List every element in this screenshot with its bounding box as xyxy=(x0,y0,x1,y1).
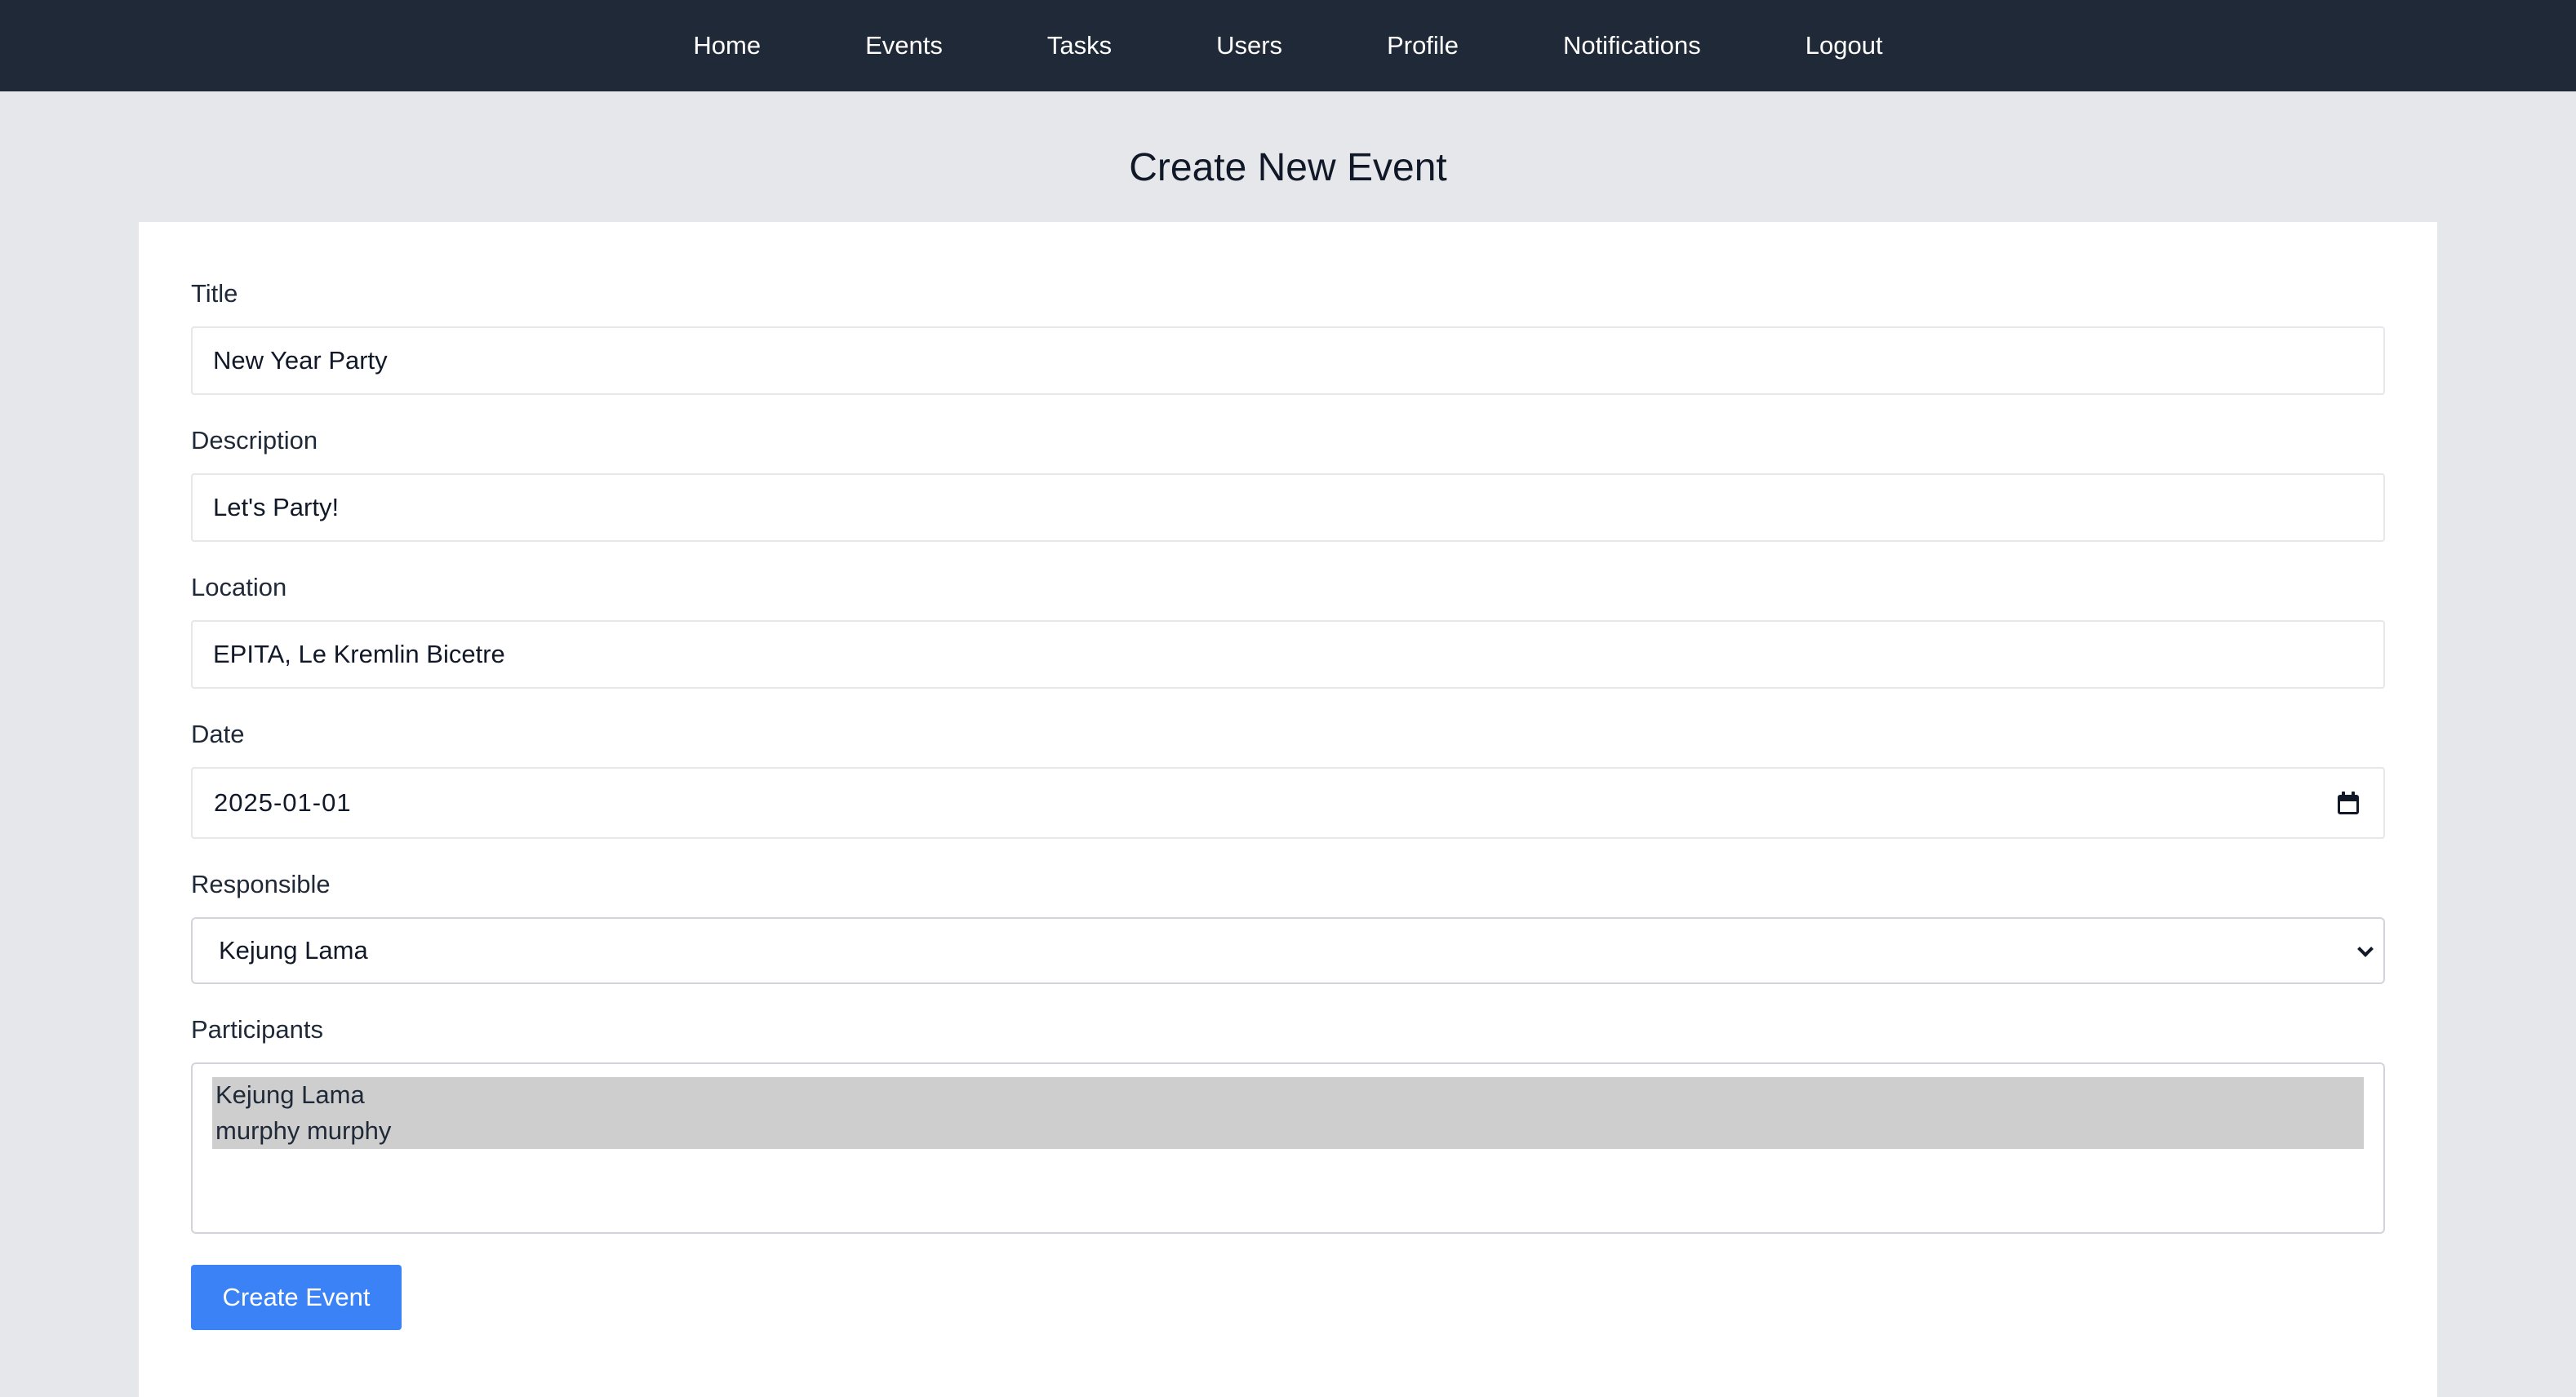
create-event-form: Title Description Location Date 2025-01-… xyxy=(139,222,2437,1397)
responsible-selected-value: Kejung Lama xyxy=(219,936,368,965)
participants-label: Participants xyxy=(191,1015,323,1044)
nav-item-home[interactable]: Home xyxy=(693,31,761,60)
nav-item-events[interactable]: Events xyxy=(865,31,943,60)
date-label: Date xyxy=(191,720,245,748)
title-input[interactable] xyxy=(191,326,2385,395)
create-event-button[interactable]: Create Event xyxy=(191,1265,402,1330)
nav-item-logout[interactable]: Logout xyxy=(1805,31,1883,60)
description-input[interactable] xyxy=(191,473,2385,542)
nav-item-notifications[interactable]: Notifications xyxy=(1563,31,1701,60)
description-label: Description xyxy=(191,426,318,455)
nav-item-tasks[interactable]: Tasks xyxy=(1047,31,1112,60)
chevron-down-icon xyxy=(2359,945,2370,956)
location-label: Location xyxy=(191,573,287,601)
participants-multiselect[interactable]: Kejung Lama murphy murphy xyxy=(191,1062,2385,1234)
nav-item-profile[interactable]: Profile xyxy=(1387,31,1459,60)
participant-option[interactable]: murphy murphy xyxy=(212,1113,2364,1149)
date-input[interactable]: 2025-01-01 xyxy=(191,767,2385,839)
nav-menu: Home Events Tasks Users Profile Notifica… xyxy=(641,31,1934,60)
calendar-icon[interactable] xyxy=(2338,792,2359,814)
participant-option[interactable]: Kejung Lama xyxy=(212,1077,2364,1113)
responsible-label: Responsible xyxy=(191,870,331,898)
top-navbar: Home Events Tasks Users Profile Notifica… xyxy=(0,0,2576,91)
location-input[interactable] xyxy=(191,620,2385,689)
title-label: Title xyxy=(191,279,238,308)
responsible-select[interactable]: Kejung Lama xyxy=(191,917,2385,984)
page-title: Create New Event xyxy=(1129,146,1447,189)
date-value: 2025-01-01 xyxy=(214,788,352,817)
nav-item-users[interactable]: Users xyxy=(1216,31,1282,60)
